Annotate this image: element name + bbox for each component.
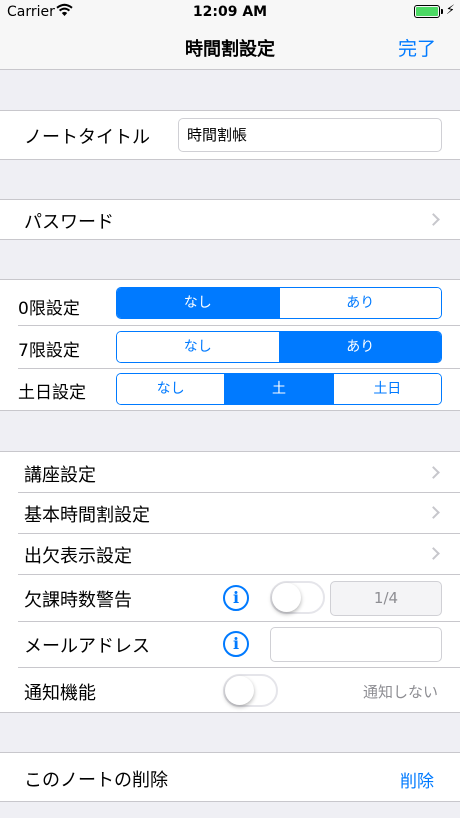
- period7-option-yes[interactable]: あり: [279, 332, 441, 362]
- info-icon[interactable]: i: [223, 631, 249, 657]
- weekend-segmented-control[interactable]: なし 土 土日: [116, 373, 442, 405]
- chevron-right-icon: [427, 466, 440, 479]
- navigation-bar: 時間割設定 完了: [0, 24, 460, 70]
- info-icon[interactable]: i: [223, 585, 249, 611]
- course-settings-label: 講座設定: [24, 465, 96, 486]
- page-title: 時間割設定: [185, 39, 275, 60]
- period7-option-none[interactable]: なし: [117, 332, 280, 362]
- settings-section: 講座設定 基本時間割設定 出欠表示設定 欠課時数警告 i 1/4 メールアドレス…: [0, 451, 460, 713]
- period0-segmented-control[interactable]: なし あり: [116, 287, 442, 319]
- period-settings-section: 0限設定 なし あり 7限設定 なし あり 土日設定 なし 土 土日: [0, 279, 460, 411]
- delete-note-row: このノートの削除 削除: [0, 752, 460, 802]
- notification-label: 通知機能: [24, 683, 96, 704]
- period0-option-none[interactable]: なし: [117, 288, 280, 318]
- weekend-option-saturday[interactable]: 土: [225, 374, 334, 404]
- period0-option-yes[interactable]: あり: [279, 288, 441, 318]
- period7-label: 7限設定: [18, 341, 80, 361]
- notification-status: 通知しない: [362, 683, 438, 701]
- note-title-section: ノートタイトル 時間割帳: [0, 110, 460, 160]
- absence-warning-value: 1/4: [373, 589, 399, 607]
- course-settings-row[interactable]: 講座設定: [0, 452, 460, 493]
- email-label: メールアドレス: [24, 636, 150, 657]
- notification-toggle[interactable]: [223, 674, 278, 707]
- charging-bolt-icon: ⚡: [445, 3, 455, 18]
- status-bar: Carrier 12:09 AM ⚡: [0, 0, 460, 24]
- absence-warning-row: 欠課時数警告 i 1/4: [0, 575, 460, 621]
- notification-row: 通知機能 通知しない: [0, 668, 460, 714]
- absence-warning-toggle[interactable]: [270, 581, 325, 614]
- note-title-field[interactable]: 時間割帳: [178, 118, 442, 152]
- attendance-display-label: 出欠表示設定: [24, 546, 132, 567]
- basic-timetable-label: 基本時間割設定: [24, 505, 150, 526]
- chevron-right-icon: [427, 213, 440, 226]
- password-label: パスワード: [24, 212, 114, 233]
- delete-note-label: このノートの削除: [24, 770, 168, 791]
- basic-timetable-row[interactable]: 基本時間割設定: [0, 493, 460, 533]
- period0-label: 0限設定: [18, 299, 80, 319]
- battery-icon: [414, 5, 440, 18]
- chevron-right-icon: [427, 506, 440, 519]
- period7-segmented-control[interactable]: なし あり: [116, 331, 442, 363]
- absence-warning-label: 欠課時数警告: [24, 590, 132, 611]
- email-row: メールアドレス i: [0, 622, 460, 667]
- attendance-display-row[interactable]: 出欠表示設定: [0, 534, 460, 574]
- absence-warning-field[interactable]: 1/4: [330, 581, 442, 616]
- note-title-label: ノートタイトル: [24, 127, 150, 148]
- delete-button[interactable]: 削除: [400, 767, 434, 792]
- clock: 12:09 AM: [192, 4, 268, 20]
- done-button[interactable]: 完了: [398, 34, 436, 61]
- note-title-value: 時間割帳: [187, 126, 248, 144]
- email-field[interactable]: [270, 627, 442, 662]
- chevron-right-icon: [427, 547, 440, 560]
- weekend-option-sat-sun[interactable]: 土日: [333, 374, 441, 404]
- weekend-label: 土日設定: [18, 383, 86, 403]
- password-row[interactable]: パスワード: [0, 199, 460, 240]
- weekend-option-none[interactable]: なし: [117, 374, 226, 404]
